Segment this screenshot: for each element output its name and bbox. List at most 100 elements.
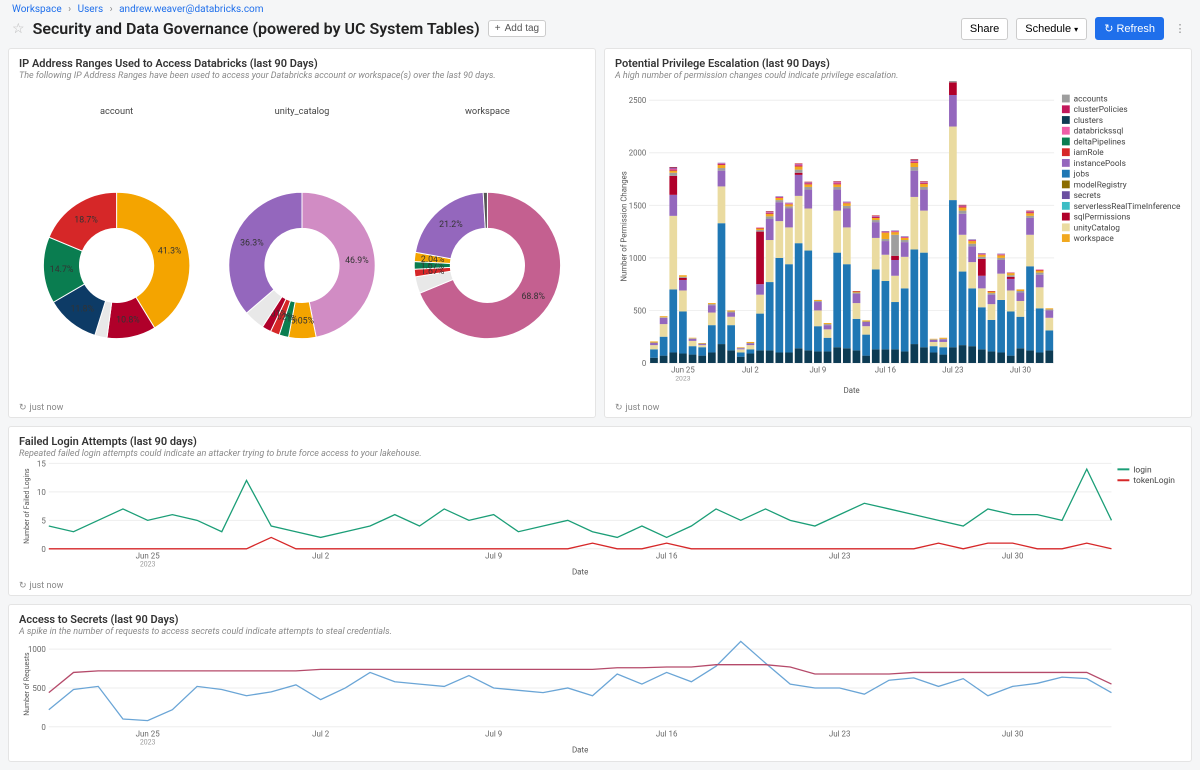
refresh-small-icon: ↻ [19, 403, 27, 413]
svg-text:11.8%: 11.8% [70, 304, 94, 314]
svg-text:jobs: jobs [1073, 170, 1090, 180]
card-secrets: Access to Secrets (last 90 Days) A spike… [8, 604, 1192, 762]
svg-text:Jul 23: Jul 23 [942, 366, 963, 375]
refresh-small-icon: ↻ [19, 581, 27, 591]
svg-text:10: 10 [37, 488, 46, 497]
svg-text:Jun 25: Jun 25 [136, 730, 161, 739]
card-title: Failed Login Attempts (last 90 days) [19, 435, 1181, 448]
card-title: Potential Privilege Escalation (last 90 … [615, 57, 1181, 70]
card-subtitle: A high number of permission changes coul… [615, 71, 1181, 81]
schedule-button[interactable]: Schedule ▾ [1016, 18, 1087, 40]
svg-text:0: 0 [41, 723, 46, 732]
ip-donut-chart: account41.3%10.8%11.8%14.7%18.7%unity_ca… [19, 81, 585, 401]
card-ip-ranges: IP Address Ranges Used to Access Databri… [8, 48, 596, 418]
svg-text:clusters: clusters [1074, 116, 1103, 126]
svg-text:workspace: workspace [465, 106, 510, 117]
svg-text:sqlPermissions: sqlPermissions [1074, 213, 1131, 223]
refresh-icon: ↻ [1104, 23, 1113, 35]
svg-text:Jun 25: Jun 25 [136, 552, 161, 561]
svg-text:Jul 2: Jul 2 [312, 730, 330, 739]
svg-text:Jul 9: Jul 9 [485, 552, 502, 561]
svg-text:18.7%: 18.7% [74, 215, 98, 225]
svg-text:46.9%: 46.9% [345, 256, 369, 266]
svg-text:Jul 9: Jul 9 [485, 730, 502, 739]
more-menu-icon[interactable]: ⋮ [1172, 22, 1188, 35]
svg-text:Number of Permission Changes: Number of Permission Changes [620, 171, 629, 281]
chevron-down-icon: ▾ [1074, 25, 1078, 34]
svg-text:accounts: accounts [1074, 94, 1108, 104]
svg-text:21.2%: 21.2% [439, 220, 463, 230]
svg-text:5: 5 [41, 516, 46, 525]
svg-text:modelRegistry: modelRegistry [1074, 180, 1127, 190]
svg-text:Number of Requests: Number of Requests [23, 652, 31, 716]
svg-text:15: 15 [37, 459, 46, 468]
status-refreshed: ↻just now [615, 401, 1181, 413]
page-title: Security and Data Governance (powered by… [33, 19, 480, 38]
svg-text:unity_catalog: unity_catalog [275, 106, 330, 117]
svg-text:Jul 23: Jul 23 [829, 552, 851, 561]
svg-text:Jul 30: Jul 30 [1002, 552, 1024, 561]
svg-text:Jul 2: Jul 2 [742, 366, 759, 375]
share-button[interactable]: Share [961, 18, 1008, 40]
breadcrumb: Workspace › Users › andrew.weaver@databr… [0, 0, 1200, 15]
svg-text:workspace: workspace [1074, 234, 1115, 244]
card-failed-login: Failed Login Attempts (last 90 days) Rep… [8, 426, 1192, 596]
card-subtitle: Repeated failed login attempts could ind… [19, 449, 1181, 459]
svg-text:Jul 23: Jul 23 [829, 730, 851, 739]
svg-text:10.8%: 10.8% [116, 315, 140, 325]
svg-text:deltaPipelines: deltaPipelines [1074, 137, 1126, 147]
svg-text:Date: Date [572, 568, 588, 577]
status-refreshed: ↻just now [19, 579, 1181, 591]
svg-text:2023: 2023 [140, 561, 156, 569]
refresh-small-icon: ↻ [615, 403, 623, 413]
svg-text:Jul 16: Jul 16 [875, 366, 897, 375]
add-tag-button[interactable]: +Add tag [488, 20, 546, 37]
status-refreshed: ↻just now [19, 401, 585, 413]
svg-text:1500: 1500 [629, 201, 647, 210]
favorite-star-icon[interactable]: ☆ [12, 21, 25, 37]
svg-text:iamRole: iamRole [1074, 148, 1105, 158]
breadcrumb-workspace[interactable]: Workspace [12, 4, 62, 15]
svg-text:Date: Date [572, 746, 588, 755]
svg-text:68.8%: 68.8% [521, 292, 545, 302]
svg-text:Jul 16: Jul 16 [656, 730, 678, 739]
refresh-button[interactable]: ↻ Refresh [1095, 17, 1164, 40]
card-title: IP Address Ranges Used to Access Databri… [19, 57, 585, 70]
svg-text:unityCatalog: unityCatalog [1074, 223, 1121, 233]
svg-text:serverlessRealTimeInference: serverlessRealTimeInference [1074, 202, 1181, 212]
svg-text:2000: 2000 [629, 149, 647, 158]
svg-text:Date: Date [844, 386, 860, 395]
svg-text:Jul 2: Jul 2 [312, 552, 330, 561]
card-privilege-escalation: Potential Privilege Escalation (last 90 … [604, 48, 1192, 418]
svg-text:tokenLogin: tokenLogin [1133, 476, 1175, 486]
svg-text:databrickssql: databrickssql [1074, 127, 1124, 137]
svg-text:instancePools: instancePools [1074, 159, 1126, 169]
svg-text:2023: 2023 [675, 375, 691, 383]
svg-text:Jul 9: Jul 9 [809, 366, 826, 375]
svg-text:account: account [100, 106, 133, 117]
card-title: Access to Secrets (last 90 Days) [19, 613, 1181, 626]
svg-text:0: 0 [642, 359, 646, 368]
svg-text:Jun 25: Jun 25 [671, 366, 695, 375]
svg-text:41.3%: 41.3% [158, 246, 182, 256]
secrets-line-chart: 05001000Number of RequestsJun 252023Jul … [19, 637, 1181, 757]
breadcrumb-users[interactable]: Users [78, 4, 104, 15]
svg-text:Jul 30: Jul 30 [1002, 730, 1024, 739]
svg-text:1000: 1000 [629, 254, 647, 263]
svg-text:2500: 2500 [629, 96, 647, 105]
svg-text:36.3%: 36.3% [240, 238, 264, 248]
card-subtitle: A spike in the number of requests to acc… [19, 627, 1181, 637]
svg-text:Jul 16: Jul 16 [656, 552, 678, 561]
svg-text:500: 500 [633, 306, 646, 315]
svg-text:Jul 30: Jul 30 [1010, 366, 1031, 375]
breadcrumb-user-email[interactable]: andrew.weaver@databricks.com [119, 4, 263, 15]
plus-icon: + [495, 23, 501, 34]
failed-login-line-chart: 051015Number of Failed LoginsJun 252023J… [19, 459, 1181, 579]
svg-text:clusterPolicies: clusterPolicies [1074, 105, 1128, 115]
svg-text:0: 0 [41, 545, 46, 554]
page-header: ☆ Security and Data Governance (powered … [0, 15, 1200, 48]
privilege-stacked-bar-chart: 0 500 1000 1500 2000 2500 Number of Permission… [615, 81, 1181, 401]
svg-text:500: 500 [32, 684, 46, 693]
svg-text:secrets: secrets [1074, 191, 1101, 201]
svg-text:login: login [1133, 465, 1152, 475]
